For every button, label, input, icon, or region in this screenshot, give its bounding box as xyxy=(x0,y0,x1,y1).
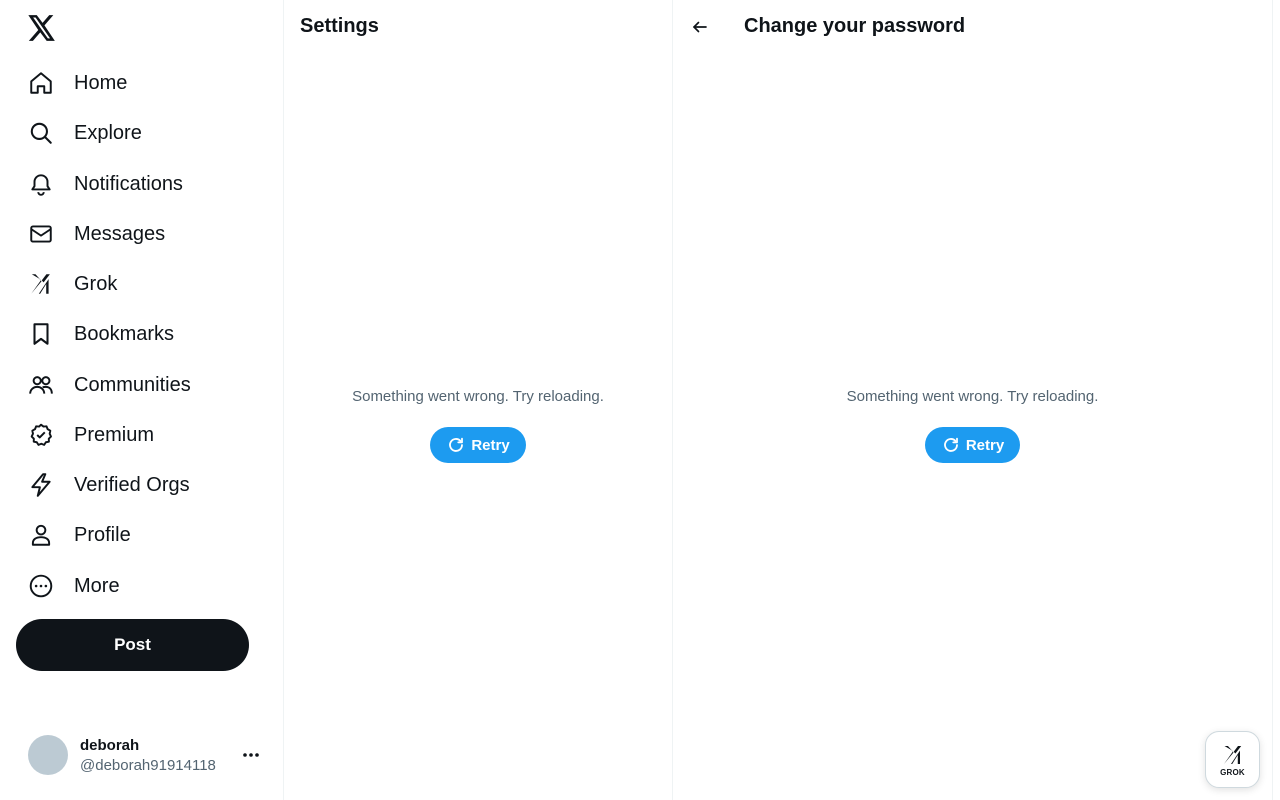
app-root: Home Explore Notifications Messages Grok… xyxy=(0,0,1280,800)
settings-title: Settings xyxy=(300,15,379,37)
nav-label-messages: Messages xyxy=(74,222,166,245)
nav-label-bookmarks: Bookmarks xyxy=(74,322,175,345)
refresh-icon xyxy=(447,436,465,454)
x-logo-icon[interactable] xyxy=(24,10,60,46)
settings-column: Settings Something went wrong. Try reloa… xyxy=(284,0,673,800)
nav-item-profile[interactable]: Profile xyxy=(16,512,143,558)
lightning-icon xyxy=(28,472,54,498)
nav-item-bookmarks[interactable]: Bookmarks xyxy=(16,311,186,357)
account-switcher[interactable]: deborah @deborah91914118 xyxy=(16,722,274,788)
left-navigation: Home Explore Notifications Messages Grok… xyxy=(0,0,284,800)
nav-label-communities: Communities xyxy=(74,373,191,396)
account-handle: @deborah91914118 xyxy=(80,756,216,774)
post-button[interactable]: Post xyxy=(16,619,249,671)
detail-error: Something went wrong. Try reloading. Ret… xyxy=(673,388,1272,463)
back-button[interactable] xyxy=(685,12,715,42)
retry-label: Retry xyxy=(471,436,510,454)
grok-icon xyxy=(1221,743,1245,767)
account-name: deborah xyxy=(80,736,140,754)
nav-item-premium[interactable]: Premium xyxy=(16,412,166,458)
nav-label-explore: Explore xyxy=(74,121,142,144)
people-icon xyxy=(28,372,54,398)
error-message: Something went wrong. Try reloading. xyxy=(352,388,604,405)
nav-label-more: More xyxy=(74,574,120,597)
nav-item-communities[interactable]: Communities xyxy=(16,362,203,408)
nav-label-verified-orgs: Verified Orgs xyxy=(74,473,190,496)
nav-item-notifications[interactable]: Notifications xyxy=(16,161,195,207)
envelope-icon xyxy=(28,221,54,247)
arrow-left-icon xyxy=(691,18,709,36)
more-horizontal-icon[interactable] xyxy=(240,744,262,766)
nav-item-grok[interactable]: Grok xyxy=(16,261,129,307)
retry-button[interactable]: Retry xyxy=(924,427,1021,463)
verified-badge-icon xyxy=(28,422,54,448)
retry-label: Retry xyxy=(965,436,1005,454)
nav-item-messages[interactable]: Messages xyxy=(16,211,177,257)
grok-floating-button[interactable]: GROK xyxy=(1205,731,1260,788)
nav-label-premium: Premium xyxy=(74,423,155,446)
page-title: Change your password xyxy=(744,15,966,37)
bookmark-icon xyxy=(28,321,54,347)
person-icon xyxy=(28,522,54,548)
grok-icon xyxy=(28,271,54,297)
change-password-column: Change your password Something went wron… xyxy=(673,0,1273,800)
settings-error: Something went wrong. Try reloading. Ret… xyxy=(284,388,672,463)
search-icon xyxy=(28,120,54,146)
nav-label-grok: Grok xyxy=(74,272,118,295)
bell-icon xyxy=(28,171,54,197)
nav-item-more[interactable]: More xyxy=(16,563,132,609)
more-circle-icon xyxy=(28,573,54,599)
nav-item-verified-orgs[interactable]: Verified Orgs xyxy=(16,462,202,508)
nav-label-notifications: Notifications xyxy=(74,172,183,195)
refresh-icon xyxy=(942,436,960,454)
account-text: deborah @deborah91914118 xyxy=(80,737,216,774)
error-message: Something went wrong. Try reloading. xyxy=(846,388,1099,405)
nav-item-home[interactable]: Home xyxy=(16,60,139,106)
avatar xyxy=(28,735,68,775)
home-icon xyxy=(28,70,54,96)
nav-label-profile: Profile xyxy=(74,523,131,546)
nav-label-home: Home xyxy=(74,71,128,94)
grok-label: GROK xyxy=(1220,767,1245,777)
retry-button[interactable]: Retry xyxy=(430,427,526,463)
nav-item-explore[interactable]: Explore xyxy=(16,110,154,156)
